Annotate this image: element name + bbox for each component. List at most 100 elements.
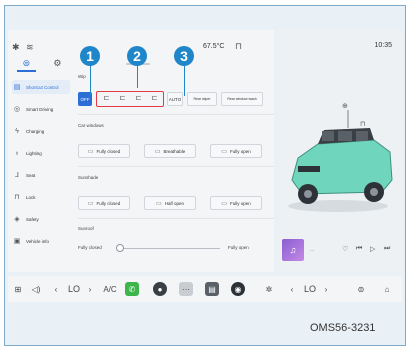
sunshade-fully-closed-button[interactable]: ▭ Fully closed (78, 196, 130, 210)
shortcut-icon: ▤ (13, 84, 21, 91)
settings-sidebar: ⊜ ⚙ ▤ Shortcut Control ◎ Smart Driving ϟ… (8, 58, 70, 272)
sidebar-item-lighting[interactable]: ♁ Lighting (12, 146, 70, 160)
more-icon: ⋯ (179, 282, 193, 296)
previous-icon[interactable]: ⏮ (356, 245, 362, 253)
car-icon[interactable]: ⊜ (354, 276, 368, 302)
main-content: Wip OFF ⊏ ⊏ ⊏ ⊏ AUTO Rear wiper Rear win… (78, 58, 274, 272)
right-temperature: LO (303, 284, 316, 294)
media-app-button[interactable]: ▤ (204, 276, 220, 302)
sunroof-indicator-icon: ⊕ (342, 103, 348, 110)
rear-wiper-button[interactable]: Rear wiper (187, 92, 217, 106)
shield-icon: ◈ (14, 216, 20, 223)
divider (78, 218, 274, 219)
record-icon: ● (153, 282, 167, 296)
wifi-icon: ≋ (26, 42, 34, 52)
volume-icon[interactable]: ◁) (30, 276, 42, 302)
lock-status-icon: ⊓ (235, 41, 243, 51)
temp-up-right-icon[interactable]: › (322, 276, 330, 302)
phone-app-button[interactable]: ✆ (124, 276, 140, 302)
bluetooth-icon: ✱ (12, 42, 20, 52)
divider (78, 166, 274, 167)
charging-icon: ϟ (15, 127, 19, 135)
sidebar-item-safety[interactable]: ◈ Safety (12, 212, 70, 226)
callout-line-2 (137, 66, 138, 88)
wiper-speed-4-icon[interactable]: ⊏ (148, 94, 161, 104)
temp-down-left-icon[interactable]: ‹ (52, 276, 60, 302)
sunshade-label: Sunshade (78, 175, 99, 180)
sunshade-half-icon: ▭ (156, 200, 162, 207)
steering-icon: ◎ (13, 106, 21, 113)
sunroof-label: Sunroof (78, 226, 94, 231)
camera-app-button[interactable]: ◉ (230, 276, 246, 302)
wiper-auto-button[interactable]: AUTO (167, 92, 183, 106)
callout-line-1 (90, 66, 91, 96)
sidebar-item-lock[interactable]: ⊓ Lock (12, 190, 70, 204)
settings-tab-icon[interactable]: ⚙ (53, 58, 61, 72)
lightbulb-icon: ♁ (14, 149, 20, 157)
wiper-speed-2-icon[interactable]: ⊏ (116, 94, 129, 104)
record-app-button[interactable]: ● (152, 276, 168, 302)
apps-grid-icon[interactable]: ⊞ (12, 276, 24, 302)
favorite-icon[interactable]: ♡ (342, 245, 348, 253)
wiper-speed-3-icon[interactable]: ⊏ (132, 94, 145, 104)
window-breathable-icon: ▭ (154, 148, 161, 155)
temp-up-left-icon[interactable]: › (86, 276, 94, 302)
sunshade-closed-icon: ▭ (87, 200, 94, 207)
car-tab-icon[interactable]: ⊜ (16, 58, 37, 72)
sunroof-slider-track[interactable] (120, 248, 220, 249)
callout-3: 3 (174, 46, 194, 66)
divider (78, 114, 274, 115)
callout-2: 2 (127, 46, 147, 66)
fan-icon[interactable]: ✲ (262, 276, 276, 302)
door-lock-icon: ⊓ (360, 121, 366, 128)
sunroof-max-label: Fully open (228, 245, 249, 250)
media-icon: ▤ (205, 282, 219, 296)
vehicle-image: ⊕ ⊓ (278, 100, 402, 220)
bottom-dock: ⊞ ◁) ‹ LO › A/C ✆ ● ⋯ ▤ ◉ ✲ ‹ LO › ⊜ ⌂ (8, 276, 402, 302)
sidebar-item-charging[interactable]: ϟ Charging (12, 124, 70, 138)
temp-down-right-icon[interactable]: ‹ (288, 276, 296, 302)
ac-button[interactable]: A/C (100, 276, 120, 302)
temperature-readout: 67.5°C (203, 43, 225, 50)
wiper-label: Wip (78, 74, 86, 79)
callout-line-3 (184, 66, 185, 96)
info-icon: ▣ (13, 238, 21, 245)
sidebar-item-shortcut-control[interactable]: ▤ Shortcut Control (12, 80, 70, 94)
sunshade-open-icon: ▭ (221, 200, 227, 207)
sidebar-tabs: ⊜ ⚙ (8, 58, 70, 72)
media-player: ♫ ... ♡ ⏮ ▷ ⏭ (278, 235, 402, 272)
lock-icon: ⊓ (14, 194, 20, 201)
left-temperature: LO (67, 284, 80, 294)
play-icon[interactable]: ▷ (370, 245, 375, 253)
sidebar-item-smart-driving[interactable]: ◎ Smart Driving (12, 102, 70, 116)
vehicle-panel: 10:35 ⊕ ⊓ ♫ ... ♡ ⏮ ▷ ⏭ (278, 30, 402, 272)
next-icon[interactable]: ⏭ (384, 245, 390, 253)
figure-code: OMS56-3231 (310, 322, 376, 334)
album-art-icon[interactable]: ♫ (282, 239, 304, 261)
seat-icon: ⅃ (15, 172, 19, 179)
rear-window-wash-button[interactable]: Rear window wash (221, 92, 263, 106)
camera-icon: ◉ (231, 282, 245, 296)
sidebar-item-vehicle-info[interactable]: ▣ Vehicle info (12, 234, 70, 248)
track-info: ... (310, 247, 315, 253)
window-open-icon: ▭ (221, 148, 227, 155)
sunshade-half-open-button[interactable]: ▭ Half open (144, 196, 196, 210)
windows-breathable-button[interactable]: ▭ Breathable (144, 144, 196, 158)
wiper-speed-group: ⊏ ⊏ ⊏ ⊏ (96, 91, 164, 107)
callout-1: 1 (80, 46, 100, 66)
sunroof-slider-knob[interactable] (116, 244, 124, 252)
more-app-button[interactable]: ⋯ (178, 276, 194, 302)
windows-fully-closed-button[interactable]: ▭ Fully closed (78, 144, 130, 158)
settings-screen: ✱ ≋ 67.5°C ⊓ ⊜ ⚙ ▤ Shortcut Control ◎ Sm… (8, 30, 274, 272)
car-windows-label: Car windows (78, 123, 104, 128)
sunroof-min-label: Fully closed (78, 245, 102, 250)
clock: 10:35 (374, 42, 392, 49)
wiper-speed-1-icon[interactable]: ⊏ (100, 94, 113, 104)
window-closed-icon: ▭ (87, 148, 94, 155)
phone-icon: ✆ (125, 282, 139, 296)
sidebar-item-seat[interactable]: ⅃ Seat (12, 168, 70, 182)
sunshade-fully-open-button[interactable]: ▭ Fully open (210, 196, 262, 210)
windows-fully-open-button[interactable]: ▭ Fully open (210, 144, 262, 158)
suv-illustration (288, 110, 393, 212)
home-icon[interactable]: ⌂ (380, 276, 394, 302)
